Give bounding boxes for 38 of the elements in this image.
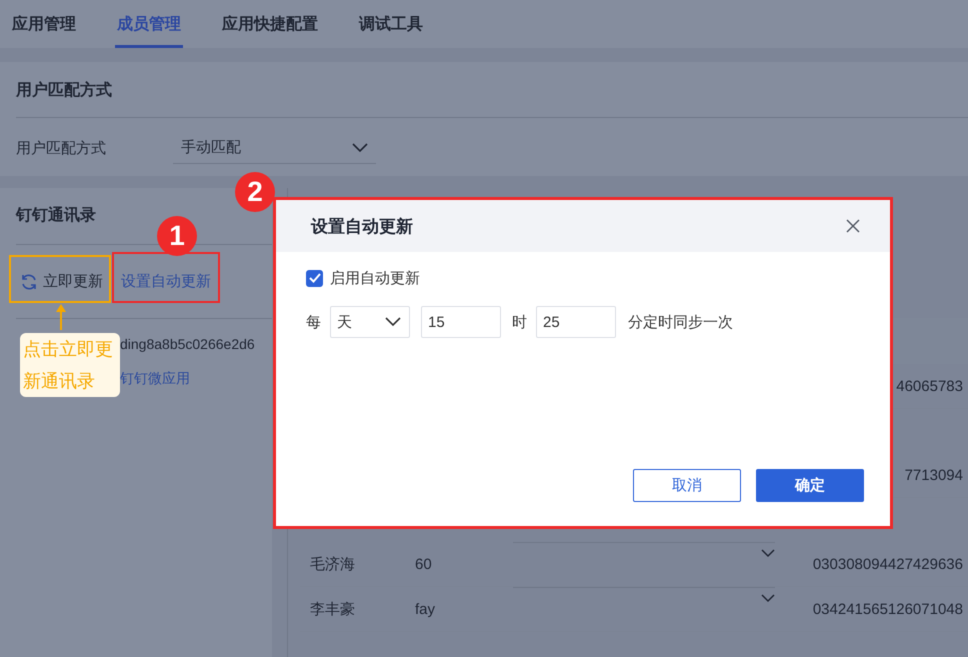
schedule-label: 每 [306, 312, 321, 332]
chevron-icon [761, 594, 775, 603]
checkbox[interactable] [306, 270, 323, 286]
table-cell: 毛济海 [310, 554, 355, 574]
table-cell: 7713094 [904, 466, 963, 484]
refresh-icon [20, 272, 38, 290]
refresh-button[interactable]: 立即更新 [16, 272, 103, 291]
schedule-label: 时 [512, 312, 527, 332]
field-label: 用户匹配方式 [16, 138, 107, 158]
tab[interactable]: 成员管理 [115, 0, 183, 48]
tree-item[interactable]: 钉钉微应用 [120, 361, 190, 395]
confirm-button[interactable]: 确定 [756, 469, 864, 502]
table-cell: 030308094427429636 [812, 556, 963, 572]
tree-item[interactable]: ding8a8b5c0266e2d6 [120, 327, 255, 361]
match-select[interactable]: 手动匹配 [173, 132, 376, 164]
tab[interactable]: 应用管理 [10, 0, 78, 48]
hour-input[interactable]: 15 [421, 306, 501, 338]
close-icon[interactable] [846, 219, 860, 233]
dialog-title: 设置自动更新 [311, 216, 413, 238]
minute-input[interactable]: 25 [536, 306, 616, 338]
table-cell: 李丰豪 [310, 600, 355, 618]
table-cell: 034241565126071048 [812, 600, 963, 618]
annotation-text: 点击立即更新通讯录 [20, 333, 120, 397]
unit-select[interactable]: 天 [330, 306, 410, 338]
chevron-icon [761, 549, 775, 558]
auto-update-link[interactable]: 设置自动更新 [121, 272, 211, 291]
cancel-button[interactable]: 取消 [633, 469, 741, 502]
tab[interactable]: 应用快捷配置 [220, 0, 320, 48]
table-cell: 60 [415, 556, 432, 572]
tab[interactable]: 调试工具 [357, 0, 425, 48]
table-cell: 46065783 [896, 378, 963, 394]
section-title: 用户匹配方式 [16, 62, 968, 118]
table-cell: fay [415, 600, 436, 618]
chevron-icon [385, 317, 401, 327]
checkbox-label: 启用自动更新 [330, 268, 420, 288]
arrow-icon [56, 304, 66, 330]
chevron-icon [352, 142, 368, 152]
schedule-label: 分定时同步一次 [628, 312, 733, 332]
